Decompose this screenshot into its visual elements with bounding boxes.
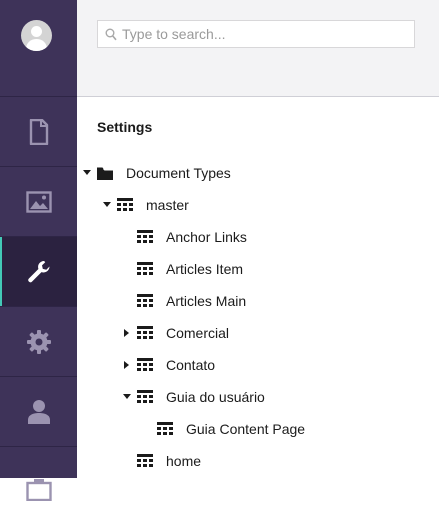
tree-node-label: Anchor Links xyxy=(166,229,247,245)
user-avatar-icon xyxy=(21,20,52,51)
doctype-icon xyxy=(135,325,155,341)
tree-node-anchor-links[interactable]: Anchor Links xyxy=(121,221,247,253)
tree-node-contato[interactable]: Contato xyxy=(121,349,215,381)
tree-node-document-types[interactable]: Document Types xyxy=(81,157,231,189)
doctype-icon xyxy=(155,421,175,437)
search-input[interactable] xyxy=(122,21,407,47)
sidebar-item-users[interactable] xyxy=(0,376,77,446)
tree-node-guia-content-page[interactable]: Guia Content Page xyxy=(141,413,305,445)
tree-node-label: Guia Content Page xyxy=(186,421,306,437)
caret-down-icon[interactable] xyxy=(121,381,133,413)
tree-node-label: Guia do usuário xyxy=(166,389,265,405)
doctype-icon xyxy=(135,229,155,245)
sidebar-item-developer[interactable] xyxy=(0,306,77,376)
tree-node-guia-do-usuario[interactable]: Guia do usuário xyxy=(121,381,265,413)
gear-icon xyxy=(26,329,51,354)
doctype-icon xyxy=(115,197,135,213)
tree-node-master[interactable]: master xyxy=(101,189,189,221)
sidebar-item-media[interactable] xyxy=(0,166,77,236)
tree-node-label: Articles Main xyxy=(166,293,247,309)
tree-node-label: Articles Item xyxy=(166,261,244,277)
wrench-icon xyxy=(27,260,49,282)
caret-right-icon[interactable] xyxy=(121,349,133,381)
tree-node-home[interactable]: home xyxy=(121,445,201,477)
sidebar-item-members[interactable] xyxy=(0,446,77,516)
sidebar-item-content[interactable] xyxy=(0,96,77,166)
tree-node-articles-main[interactable]: Articles Main xyxy=(121,285,246,317)
caret-down-icon[interactable] xyxy=(101,189,113,221)
tree-node-label: Contato xyxy=(166,357,216,373)
avatar-button[interactable] xyxy=(0,0,77,96)
search-box[interactable] xyxy=(97,20,415,48)
image-icon xyxy=(25,190,52,213)
search-icon xyxy=(105,28,117,41)
tree-node-label: Comercial xyxy=(166,325,230,341)
doctype-icon xyxy=(135,293,155,309)
tree-node-label: home xyxy=(166,453,202,469)
doctype-icon xyxy=(135,261,155,277)
folder-icon xyxy=(95,165,115,181)
section-title: Settings xyxy=(97,119,153,135)
settings-tree: Settings Document Types master Anchor Li… xyxy=(77,97,439,478)
tree-node-label: Document Types xyxy=(126,165,231,181)
doctype-icon xyxy=(135,453,155,469)
tree-node-label: master xyxy=(146,197,189,213)
document-icon xyxy=(29,118,48,145)
person-icon xyxy=(27,399,50,424)
app-sidebar xyxy=(0,0,77,501)
members-icon xyxy=(25,478,52,501)
doctype-icon xyxy=(135,389,155,405)
caret-down-icon[interactable] xyxy=(81,157,93,189)
tree-node-articles-item[interactable]: Articles Item xyxy=(121,253,243,285)
doctype-icon xyxy=(135,357,155,373)
tree-header xyxy=(77,0,439,97)
sidebar-item-settings[interactable] xyxy=(0,236,77,306)
tree-node-comercial[interactable]: Comercial xyxy=(121,317,229,349)
caret-right-icon[interactable] xyxy=(121,317,133,349)
